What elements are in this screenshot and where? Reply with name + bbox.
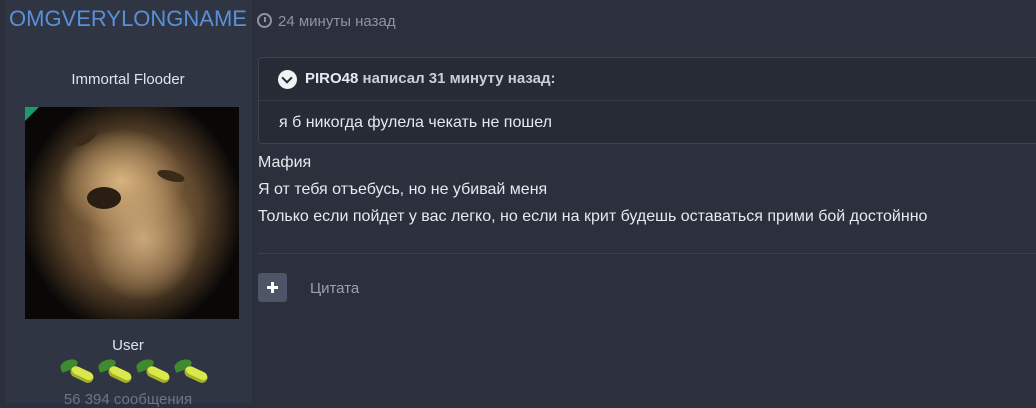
post-time-text: 24 минуты назад — [278, 13, 396, 30]
post-line: Мафия — [258, 154, 312, 171]
post-timestamp[interactable]: 24 минуты назад — [257, 13, 396, 30]
avatar-detail — [156, 167, 186, 185]
quote-text: я б никогда фулела чекать не пошел — [279, 114, 552, 131]
group-name: User — [112, 337, 144, 354]
quote-button[interactable]: Цитата — [310, 280, 359, 297]
clock-icon — [257, 13, 272, 28]
avatar-detail — [72, 126, 100, 150]
author-title: Immortal Flooder — [71, 71, 185, 88]
quote-block: PIRO48 написал 31 минуту назад: я б нико… — [258, 57, 1036, 144]
online-indicator-icon — [25, 107, 39, 121]
multiquote-plus-button[interactable] — [258, 273, 287, 302]
quote-author-name[interactable]: PIRO48 — [305, 70, 358, 87]
chevron-down-icon[interactable] — [278, 70, 297, 89]
pill-icon — [96, 356, 134, 388]
author-name-link[interactable]: OMGVERYLONGNAME — [8, 4, 248, 34]
post-body: Мафия Я от тебя отъебусь, но не убивай м… — [258, 149, 927, 230]
pill-icon — [58, 356, 96, 388]
avatar-detail — [87, 187, 121, 209]
rank-icons — [58, 356, 210, 388]
pill-icon — [172, 356, 210, 388]
pill-icon — [134, 356, 172, 388]
quote-author-suffix: написал 31 минуту назад: — [362, 70, 556, 87]
quote-header: PIRO48 написал 31 минуту назад: — [259, 58, 1036, 101]
divider — [258, 253, 1036, 254]
avatar[interactable] — [25, 107, 239, 319]
post-line: Я от тебя отъебусь, но не убивай меня — [258, 181, 548, 198]
quote-author: PIRO48 написал 31 минуту назад: — [305, 70, 555, 87]
post-line: Только если пойдет у вас легко, но если … — [258, 208, 928, 225]
post-count: 56 394 сообщения — [63, 391, 193, 408]
